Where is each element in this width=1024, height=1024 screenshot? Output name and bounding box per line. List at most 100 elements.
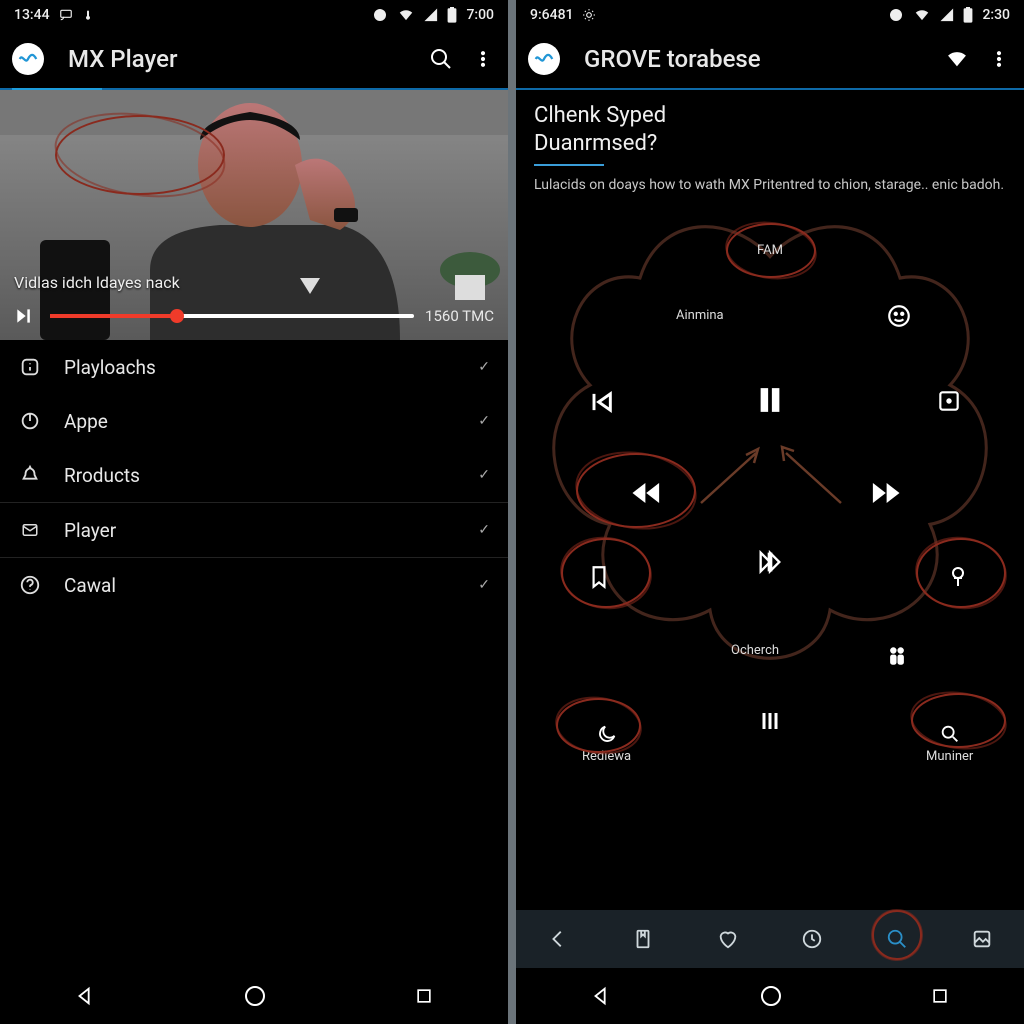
search-icon bbox=[429, 47, 453, 71]
check-icon: ✓ bbox=[478, 359, 490, 375]
app-title: MX Player bbox=[68, 45, 412, 73]
video-progress[interactable] bbox=[50, 314, 414, 318]
mail-icon bbox=[18, 518, 42, 542]
circle-icon bbox=[243, 984, 267, 1008]
video-progress-fill bbox=[50, 314, 177, 318]
video-caption: Vidlas idch ldayes nack bbox=[14, 273, 180, 292]
menu-label: Playloachs bbox=[64, 356, 156, 379]
nav-back-button[interactable] bbox=[590, 985, 612, 1007]
clock-icon bbox=[801, 928, 823, 950]
video-thumbnail bbox=[0, 90, 508, 340]
skip-icon bbox=[755, 548, 785, 576]
bb-bookmark[interactable] bbox=[632, 928, 654, 950]
check-icon: ✓ bbox=[478, 467, 490, 483]
battery-text: 2:30 bbox=[982, 7, 1010, 23]
more-button[interactable] bbox=[986, 46, 1012, 72]
right-phone: 9:6481 2:30 GROVE torabese Clhenk Syped … bbox=[516, 0, 1024, 1024]
app-bar: MX Player bbox=[0, 30, 508, 90]
ctrl-muniner[interactable]: Muniner bbox=[926, 723, 973, 764]
desc-title-line2: Duanrmsed? bbox=[534, 130, 1006, 158]
desc-title-line1: Clhenk Syped bbox=[534, 102, 1006, 130]
info-icon bbox=[18, 355, 42, 379]
video-time: 1560 TMC bbox=[425, 307, 494, 325]
signal-icon bbox=[424, 8, 438, 22]
desc-underline bbox=[534, 164, 604, 166]
ctrl-box[interactable] bbox=[936, 388, 962, 414]
ctrl-fam[interactable]: FAM bbox=[757, 243, 783, 258]
nav-bar bbox=[0, 968, 508, 1024]
ctrl-face[interactable] bbox=[886, 303, 912, 329]
menu-item-playloachs[interactable]: Playloachs ✓ bbox=[0, 340, 508, 394]
video-preview[interactable]: Vidlas idch ldayes nack 1560 TMC bbox=[0, 90, 508, 340]
menu-list: Playloachs ✓ Appe ✓ Rroducts ✓ Player ✓ … bbox=[0, 340, 508, 968]
heart-icon bbox=[717, 928, 739, 950]
bb-image[interactable] bbox=[971, 928, 993, 950]
menu-item-rroducts[interactable]: Rroducts ✓ bbox=[0, 448, 508, 502]
description-block: Clhenk Syped Duanrmsed? Lulacids on doay… bbox=[516, 90, 1024, 203]
square-icon bbox=[930, 986, 950, 1006]
bb-search[interactable] bbox=[886, 928, 908, 950]
check-icon: ✓ bbox=[478, 577, 490, 593]
ctrl-bookmark[interactable] bbox=[586, 563, 612, 591]
ctrl-forward[interactable] bbox=[866, 478, 906, 508]
wave-icon bbox=[17, 48, 39, 70]
app-title: GROVE torabese bbox=[584, 45, 928, 73]
nav-home-button[interactable] bbox=[759, 984, 783, 1008]
battery-icon bbox=[963, 7, 973, 23]
nav-recent-button[interactable] bbox=[930, 986, 950, 1006]
ctrl-ainmina[interactable]: Ainmina bbox=[676, 308, 724, 323]
bookmark-nav-icon bbox=[632, 928, 654, 950]
nav-recent-button[interactable] bbox=[414, 986, 434, 1006]
app-logo[interactable] bbox=[528, 43, 560, 75]
bb-back[interactable] bbox=[547, 928, 569, 950]
help-icon bbox=[18, 573, 42, 597]
ctrl-skip[interactable] bbox=[755, 548, 785, 576]
clock-text: 13:44 bbox=[14, 7, 50, 23]
ctrl-pin[interactable] bbox=[946, 563, 970, 591]
thermometer-icon bbox=[82, 8, 94, 22]
pause-icon bbox=[755, 383, 785, 417]
menu-item-appe[interactable]: Appe ✓ bbox=[0, 394, 508, 448]
battery-text: 7:00 bbox=[466, 7, 494, 23]
ctrl-ocherch[interactable]: Ocherch bbox=[731, 643, 779, 658]
next-track-button[interactable] bbox=[14, 306, 34, 326]
ctrl-bars[interactable] bbox=[758, 708, 782, 734]
wifi-button[interactable] bbox=[944, 46, 970, 72]
menu-item-player[interactable]: Player ✓ bbox=[0, 503, 508, 557]
video-progress-knob[interactable] bbox=[170, 309, 184, 323]
fast-forward-icon bbox=[866, 478, 906, 508]
bookmark-icon bbox=[586, 563, 612, 591]
more-vert-icon bbox=[989, 48, 1009, 70]
menu-label: Player bbox=[64, 519, 116, 542]
app-logo[interactable] bbox=[12, 43, 44, 75]
menu-item-cawal[interactable]: Cawal ✓ bbox=[0, 558, 508, 612]
ctrl-prev-track[interactable] bbox=[586, 388, 616, 416]
sun-icon bbox=[582, 8, 596, 22]
triangle-left-icon bbox=[74, 985, 96, 1007]
battery-icon bbox=[447, 7, 457, 23]
ctrl-pause[interactable] bbox=[755, 383, 785, 417]
rewind-icon bbox=[626, 478, 666, 508]
bb-clock[interactable] bbox=[801, 928, 823, 950]
prev-track-icon bbox=[586, 388, 616, 416]
bb-heart[interactable] bbox=[717, 928, 739, 950]
nav-bar bbox=[516, 968, 1024, 1024]
status-bar: 9:6481 2:30 bbox=[516, 0, 1024, 30]
signal-icon bbox=[940, 8, 954, 22]
clock-text: 9:6481 bbox=[530, 7, 573, 23]
bottom-bar bbox=[516, 910, 1024, 968]
wifi-large-icon bbox=[945, 49, 969, 69]
square-dot-icon bbox=[936, 388, 962, 414]
bars-icon bbox=[758, 708, 782, 734]
ctrl-rediewa[interactable]: Rediewa bbox=[582, 723, 631, 764]
nav-home-button[interactable] bbox=[243, 984, 267, 1008]
nav-back-button[interactable] bbox=[74, 985, 96, 1007]
search-button[interactable] bbox=[428, 46, 454, 72]
square-icon bbox=[414, 986, 434, 1006]
controls-area: FAM Ainmina bbox=[516, 203, 1024, 910]
status-bar: 13:44 7:00 bbox=[0, 0, 508, 30]
annotation-arrows bbox=[686, 423, 856, 543]
ctrl-rewind[interactable] bbox=[626, 478, 666, 508]
ctrl-people[interactable] bbox=[886, 643, 908, 669]
more-button[interactable] bbox=[470, 46, 496, 72]
